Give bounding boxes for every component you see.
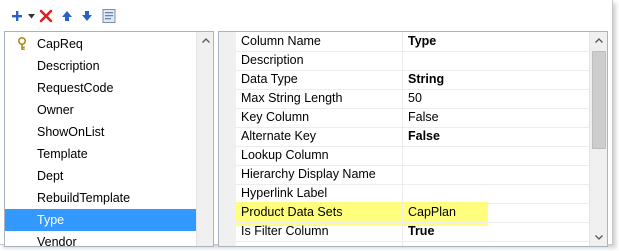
property-value[interactable]: 50 — [408, 91, 422, 105]
property-row[interactable]: Product Data Sets CapPlan — [236, 203, 589, 223]
grid-gutter — [219, 32, 236, 246]
arrow-down-icon[interactable] — [80, 6, 94, 26]
list-item[interactable]: CapReq — [5, 33, 197, 55]
chevron-down-icon[interactable] — [590, 229, 607, 246]
property-name: Hierarchy Display Name — [241, 167, 376, 181]
list-item[interactable]: Template — [5, 143, 197, 165]
property-row[interactable]: Max String Length 50 — [236, 89, 589, 109]
property-name: Column Name — [241, 34, 321, 48]
property-value[interactable]: False — [408, 110, 439, 124]
property-row[interactable]: Lookup Column — [236, 146, 589, 166]
columns-list: CapReq Description RequestCode Owner Sho… — [4, 31, 214, 247]
scrollbar-thumb[interactable] — [592, 51, 606, 149]
property-name: Description — [241, 53, 304, 67]
property-name: Data Type — [241, 72, 298, 86]
arrow-up-icon[interactable] — [60, 6, 74, 26]
property-row[interactable]: Is Filter Column True — [236, 222, 589, 242]
property-name: Product Data Sets — [241, 205, 343, 219]
property-row[interactable]: Column Name Type — [236, 32, 589, 52]
property-name: Lookup Column — [241, 148, 329, 162]
list-scrollbar[interactable] — [196, 32, 213, 246]
property-value[interactable]: String — [408, 72, 444, 86]
property-name: Max String Length — [241, 91, 343, 105]
property-name: Key Column — [241, 110, 310, 124]
list-item-label: Template — [37, 147, 88, 161]
list-item-label: Owner — [37, 103, 74, 117]
property-name: Alternate Key — [241, 129, 317, 143]
list-item[interactable]: Vendor — [5, 231, 197, 247]
list-item[interactable]: ShowOnList — [5, 121, 197, 143]
list-item-label: Vendor — [37, 235, 77, 247]
list-item-label: RebuildTemplate — [37, 191, 131, 205]
property-row[interactable]: Hyperlink Label — [236, 184, 589, 204]
property-row[interactable]: Data Type String — [236, 70, 589, 90]
list-item[interactable]: RequestCode — [5, 77, 197, 99]
grid-scrollbar[interactable] — [589, 32, 607, 246]
list-item-label: Dept — [37, 169, 64, 183]
property-value[interactable]: CapPlan — [408, 205, 456, 219]
plus-icon[interactable] — [10, 6, 24, 26]
property-value[interactable]: False — [408, 129, 440, 143]
caret-down-icon[interactable] — [26, 6, 36, 26]
toolbar — [4, 4, 604, 28]
list-item[interactable]: Owner — [5, 99, 197, 121]
list-item[interactable]: Dept — [5, 165, 197, 187]
list-item-label: Description — [37, 59, 100, 73]
list-item[interactable]: Description — [5, 55, 197, 77]
designer-window: CapReq Description RequestCode Owner Sho… — [0, 0, 613, 247]
list-item[interactable]: RebuildTemplate — [5, 187, 197, 209]
red-x-icon[interactable] — [38, 6, 54, 26]
property-row[interactable]: Key Column False — [236, 108, 589, 128]
property-row[interactable]: Hierarchy Display Name — [236, 165, 589, 185]
key-icon — [17, 36, 27, 54]
list-item-label: CapReq — [37, 37, 83, 51]
property-name: Hyperlink Label — [241, 186, 328, 200]
property-row[interactable]: Alternate Key False — [236, 127, 589, 147]
chevron-up-icon[interactable] — [590, 32, 607, 49]
property-row[interactable]: Description — [236, 51, 589, 71]
list-item-label: RequestCode — [37, 81, 114, 95]
property-name: Is Filter Column — [241, 224, 329, 238]
list-item-label: ShowOnList — [37, 125, 105, 139]
list-item-selected[interactable]: Type — [5, 209, 197, 231]
property-value[interactable]: Type — [408, 34, 436, 48]
list-item-label: Type — [37, 213, 65, 227]
properties-icon[interactable] — [100, 6, 118, 26]
property-value[interactable]: True — [408, 224, 434, 238]
property-grid: Column Name Type Description Data Type S… — [218, 31, 608, 247]
chevron-up-icon[interactable] — [197, 32, 213, 49]
